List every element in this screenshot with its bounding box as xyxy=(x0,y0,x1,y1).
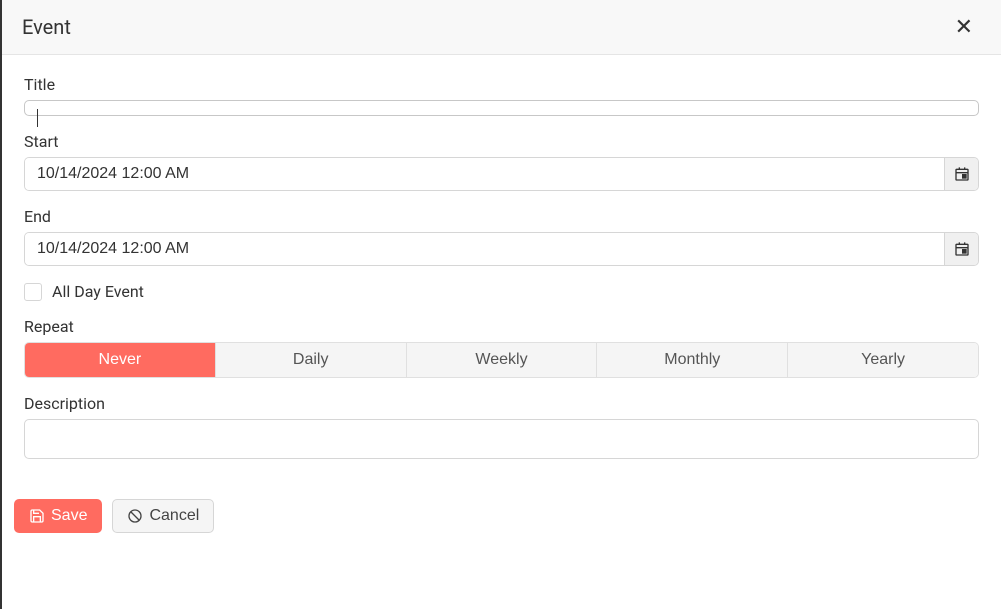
start-input[interactable] xyxy=(25,158,944,190)
repeat-option-monthly[interactable]: Monthly xyxy=(597,343,788,377)
end-input-wrap xyxy=(24,232,979,266)
close-icon: ✕ xyxy=(955,14,973,39)
all-day-checkbox[interactable] xyxy=(24,283,42,301)
save-button-label: Save xyxy=(51,507,87,525)
end-input[interactable] xyxy=(25,233,944,265)
save-icon xyxy=(29,508,45,524)
repeat-option-daily[interactable]: Daily xyxy=(216,343,407,377)
save-button[interactable]: Save xyxy=(14,499,102,533)
cancel-button[interactable]: Cancel xyxy=(112,499,214,533)
end-label: End xyxy=(24,207,979,226)
text-caret xyxy=(37,109,38,127)
start-label: Start xyxy=(24,132,979,151)
all-day-row: All Day Event xyxy=(24,282,979,301)
description-group: Description xyxy=(24,394,979,459)
cancel-button-label: Cancel xyxy=(149,507,199,525)
repeat-option-never[interactable]: Never xyxy=(25,343,216,377)
cancel-icon xyxy=(127,508,143,524)
calendar-icon xyxy=(954,241,970,257)
modal-header: Event ✕ xyxy=(2,0,1001,55)
modal-title: Event xyxy=(22,15,71,39)
description-label: Description xyxy=(24,394,979,413)
repeat-option-weekly[interactable]: Weekly xyxy=(407,343,598,377)
title-label: Title xyxy=(24,75,979,94)
repeat-segmented: Never Daily Weekly Monthly Yearly xyxy=(24,342,979,378)
repeat-label: Repeat xyxy=(24,317,979,336)
start-input-wrap xyxy=(24,157,979,191)
title-group: Title xyxy=(24,75,979,116)
start-group: Start xyxy=(24,132,979,191)
end-date-picker-button[interactable] xyxy=(944,233,978,265)
modal-footer: Save Cancel xyxy=(2,495,1001,545)
repeat-group: Repeat Never Daily Weekly Monthly Yearly xyxy=(24,317,979,378)
start-date-picker-button[interactable] xyxy=(944,158,978,190)
repeat-option-yearly[interactable]: Yearly xyxy=(788,343,978,377)
description-input[interactable] xyxy=(24,419,979,459)
calendar-icon xyxy=(954,166,970,182)
close-button[interactable]: ✕ xyxy=(947,12,981,42)
all-day-label: All Day Event xyxy=(52,282,144,301)
modal-body: Title Start End xyxy=(2,55,1001,495)
title-input[interactable] xyxy=(24,100,979,116)
end-group: End xyxy=(24,207,979,266)
